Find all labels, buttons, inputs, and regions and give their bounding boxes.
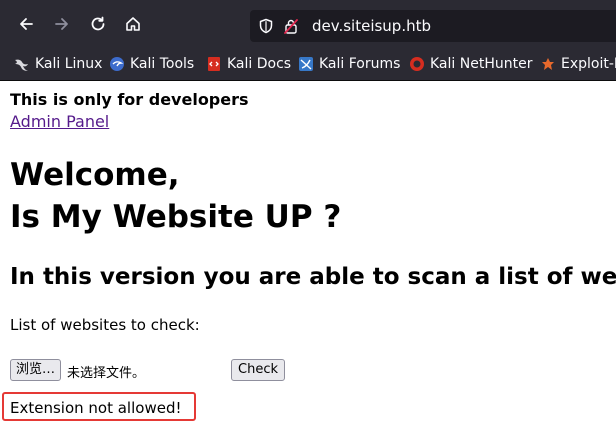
address-bar[interactable]: dev.siteisup.htb — [250, 10, 616, 42]
bookmark-kali-docs[interactable]: Kali Docs — [206, 54, 291, 74]
bookmark-label: Kali Linux — [35, 56, 103, 72]
exploit-db-icon — [540, 56, 556, 72]
bookmark-kali-linux[interactable]: Kali Linux — [14, 54, 102, 74]
kali-dragon-icon — [14, 56, 30, 72]
bookmark-kali-nethunter[interactable]: Kali NetHunter — [409, 54, 532, 74]
check-button[interactable]: Check — [231, 359, 285, 381]
kali-tools-icon — [109, 56, 125, 72]
reload-icon[interactable] — [86, 12, 110, 36]
browse-file-button[interactable]: 浏览… — [10, 359, 62, 381]
bookmarks-toolbar: Kali Linux Kali Tools Kali Docs Kali For… — [0, 48, 616, 81]
tracking-shield-icon[interactable] — [258, 18, 274, 38]
site-title-heading: Is My Website UP ? — [10, 199, 342, 235]
file-status-text: 未选择文件。 — [67, 366, 146, 381]
insecure-lock-icon[interactable] — [283, 18, 299, 38]
page-content: This is only for developers Admin Panel … — [0, 81, 616, 436]
bookmark-label: Kali NetHunter — [430, 56, 533, 72]
version-subheading: In this version you are able to scan a l… — [10, 264, 616, 290]
bookmark-label: Kali Tools — [130, 56, 195, 72]
bookmark-exploit-db[interactable]: Exploit-DB — [540, 54, 616, 74]
bookmark-label: Kali Docs — [227, 56, 292, 72]
kali-nethunter-icon — [409, 56, 425, 72]
home-icon[interactable] — [121, 12, 145, 36]
browser-toolbar: dev.siteisup.htb — [0, 0, 616, 48]
bookmark-label: Exploit-DB — [561, 56, 616, 72]
list-label: List of websites to check: — [10, 316, 200, 334]
error-message: Extension not allowed! — [10, 399, 182, 417]
kali-forums-icon — [298, 56, 314, 72]
forward-arrow-icon[interactable] — [50, 12, 74, 36]
admin-panel-link[interactable]: Admin Panel — [10, 112, 109, 131]
developer-note: This is only for developers — [10, 90, 249, 109]
bookmark-kali-forums[interactable]: Kali Forums — [298, 54, 400, 74]
bookmark-label: Kali Forums — [319, 56, 401, 72]
welcome-heading: Welcome, — [10, 157, 180, 193]
url-text[interactable]: dev.siteisup.htb — [312, 17, 431, 35]
kali-docs-icon — [206, 56, 222, 72]
back-arrow-icon[interactable] — [14, 12, 38, 36]
bookmark-kali-tools[interactable]: Kali Tools — [109, 54, 194, 74]
